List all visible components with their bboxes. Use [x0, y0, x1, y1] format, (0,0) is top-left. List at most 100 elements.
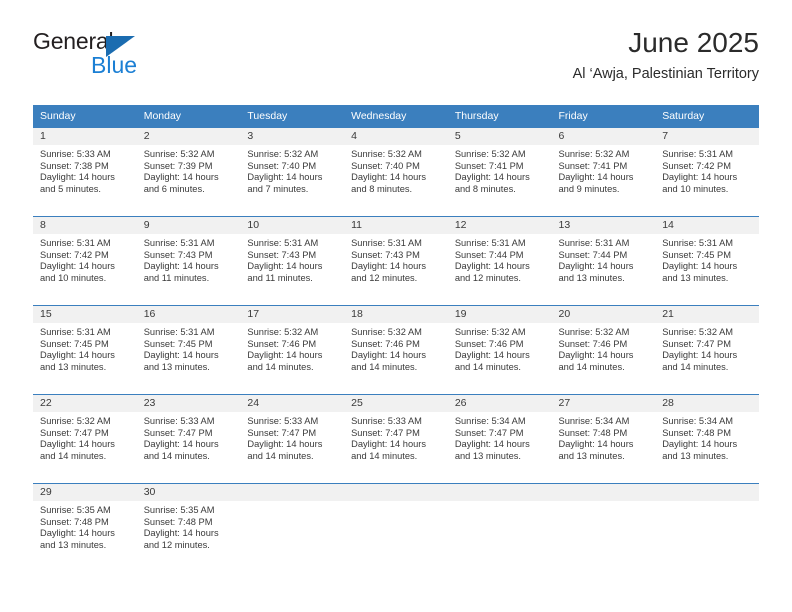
page-title: June 2025: [628, 27, 759, 58]
day-number: 8: [33, 217, 137, 234]
calendar-week-row: 22 Sunrise: 5:32 AM Sunset: 7:47 PM Dayligh…: [33, 394, 759, 484]
calendar-day-cell[interactable]: 26 Sunrise: 5:34 AM Sunset: 7:47 PM Dayligh…: [447, 394, 552, 484]
sunset-text: Sunset: 7:48 PM: [40, 516, 109, 527]
weekday-header-friday: Friday: [551, 105, 656, 128]
day-number: 28: [655, 395, 759, 412]
calendar-day-cell[interactable]: 25 Sunrise: 5:33 AM Sunset: 7:47 PM Dayligh…: [344, 394, 448, 484]
day-details: Sunrise: 5:32 AM Sunset: 7:39 PM Daylight:…: [137, 145, 241, 216]
day-details: [448, 501, 552, 572]
daylight-text: Daylight: 14 hours and 12 minutes.: [351, 261, 427, 283]
sunrise-text: Sunrise: 5:34 AM: [558, 416, 630, 426]
calendar-day-cell[interactable]: 1 Sunrise: 5:33 AM Sunset: 7:38 PM Daylight…: [33, 127, 137, 217]
day-details: Sunrise: 5:32 AM Sunset: 7:47 PM Daylight:…: [655, 323, 759, 394]
general-blue-logo[interactable]: General Blue: [33, 28, 213, 88]
daylight-text: Daylight: 14 hours and 13 minutes.: [558, 439, 634, 461]
sunrise-text: Sunrise: 5:34 AM: [454, 416, 526, 426]
calendar-day-cell[interactable]: 18 Sunrise: 5:32 AM Sunset: 7:46 PM Dayligh…: [344, 305, 448, 395]
day-number: 16: [136, 306, 241, 323]
daylight-text: Daylight: 14 hours and 14 minutes.: [558, 350, 634, 372]
sunset-text: Sunset: 7:44 PM: [558, 249, 628, 260]
calendar-cell-empty: [344, 483, 448, 572]
calendar-day-cell[interactable]: 30 Sunrise: 5:35 AM Sunset: 7:48 PM Dayligh…: [136, 483, 241, 572]
calendar-day-cell[interactable]: 11 Sunrise: 5:31 AM Sunset: 7:43 PM Dayligh…: [344, 216, 448, 306]
calendar-day-cell[interactable]: 16 Sunrise: 5:31 AM Sunset: 7:45 PM Dayligh…: [136, 305, 241, 395]
day-details: Sunrise: 5:32 AM Sunset: 7:46 PM Daylight:…: [240, 323, 344, 394]
daylight-text: Daylight: 14 hours and 10 minutes.: [662, 172, 738, 194]
calendar-day-cell[interactable]: 9 Sunrise: 5:31 AM Sunset: 7:43 PM Daylight…: [136, 216, 241, 306]
sunset-text: Sunset: 7:46 PM: [351, 338, 420, 349]
day-details: Sunrise: 5:33 AM Sunset: 7:38 PM Daylight:…: [33, 145, 137, 216]
calendar-day-cell[interactable]: 17 Sunrise: 5:32 AM Sunset: 7:46 PM Dayligh…: [240, 305, 345, 395]
page-header: General Blue June 2025 Al ‘Awja, Palesti…: [33, 28, 759, 94]
sunrise-text: Sunrise: 5:31 AM: [143, 238, 215, 248]
calendar-day-cell[interactable]: 13 Sunrise: 5:31 AM Sunset: 7:44 PM Dayligh…: [551, 216, 656, 306]
daylight-text: Daylight: 14 hours and 14 minutes.: [40, 439, 115, 461]
weekday-header-sunday: Sunday: [33, 105, 137, 128]
day-details: Sunrise: 5:31 AM Sunset: 7:45 PM Daylight:…: [655, 234, 759, 305]
day-details: Sunrise: 5:31 AM Sunset: 7:43 PM Daylight:…: [344, 234, 448, 305]
calendar-day-cell[interactable]: 21 Sunrise: 5:32 AM Sunset: 7:47 PM Dayligh…: [655, 305, 759, 395]
calendar-day-cell[interactable]: 10 Sunrise: 5:31 AM Sunset: 7:43 PM Dayligh…: [240, 216, 345, 306]
sunrise-text: Sunrise: 5:32 AM: [662, 327, 734, 337]
sunrise-text: Sunrise: 5:32 AM: [351, 327, 422, 337]
calendar-week-row: 15 Sunrise: 5:31 AM Sunset: 7:45 PM Dayligh…: [33, 305, 759, 395]
day-number: 15: [33, 306, 137, 323]
daylight-text: Daylight: 14 hours and 14 minutes.: [351, 350, 427, 372]
calendar-day-cell[interactable]: 14 Sunrise: 5:31 AM Sunset: 7:45 PM Dayligh…: [655, 216, 759, 306]
calendar-day-cell[interactable]: 28 Sunrise: 5:34 AM Sunset: 7:48 PM Dayligh…: [655, 394, 759, 484]
day-number: 29: [33, 484, 137, 501]
sunrise-text: Sunrise: 5:33 AM: [351, 416, 422, 426]
calendar-body: 1 Sunrise: 5:33 AM Sunset: 7:38 PM Daylight…: [33, 127, 759, 572]
daylight-text: Daylight: 14 hours and 12 minutes.: [454, 261, 530, 283]
sunset-text: Sunset: 7:47 PM: [662, 338, 731, 349]
sunset-text: Sunset: 7:44 PM: [454, 249, 524, 260]
day-number: 9: [136, 217, 241, 234]
calendar-day-cell[interactable]: 22 Sunrise: 5:32 AM Sunset: 7:47 PM Dayligh…: [33, 394, 137, 484]
calendar-day-cell[interactable]: 29 Sunrise: 5:35 AM Sunset: 7:48 PM Dayligh…: [33, 483, 137, 572]
day-number: 24: [240, 395, 345, 412]
day-details: Sunrise: 5:33 AM Sunset: 7:47 PM Daylight:…: [137, 412, 241, 483]
calendar-day-cell[interactable]: 20 Sunrise: 5:32 AM Sunset: 7:46 PM Dayligh…: [551, 305, 656, 395]
calendar-day-cell[interactable]: 4 Sunrise: 5:32 AM Sunset: 7:40 PM Daylight…: [344, 127, 448, 217]
calendar-day-cell[interactable]: 27 Sunrise: 5:34 AM Sunset: 7:48 PM Dayligh…: [551, 394, 656, 484]
day-number: 12: [447, 217, 552, 234]
calendar-day-cell[interactable]: 2 Sunrise: 5:32 AM Sunset: 7:39 PM Daylight…: [136, 127, 241, 217]
calendar-day-cell[interactable]: 24 Sunrise: 5:33 AM Sunset: 7:47 PM Dayligh…: [240, 394, 345, 484]
sunrise-text: Sunrise: 5:32 AM: [143, 149, 215, 159]
day-details: [552, 501, 656, 572]
day-number: 30: [136, 484, 241, 501]
sunrise-text: Sunrise: 5:31 AM: [40, 327, 111, 337]
day-number: 20: [551, 306, 656, 323]
calendar-cell-empty: [447, 483, 552, 572]
calendar-day-cell[interactable]: 6 Sunrise: 5:32 AM Sunset: 7:41 PM Daylight…: [551, 127, 656, 217]
calendar-day-cell[interactable]: 5 Sunrise: 5:32 AM Sunset: 7:41 PM Daylight…: [447, 127, 552, 217]
day-number: 14: [655, 217, 759, 234]
sunset-text: Sunset: 7:43 PM: [247, 249, 317, 260]
calendar-day-cell[interactable]: 12 Sunrise: 5:31 AM Sunset: 7:44 PM Dayligh…: [447, 216, 552, 306]
day-details: Sunrise: 5:31 AM Sunset: 7:43 PM Daylight:…: [137, 234, 241, 305]
calendar-day-cell[interactable]: 19 Sunrise: 5:32 AM Sunset: 7:46 PM Dayligh…: [447, 305, 552, 395]
calendar-page: General Blue June 2025 Al ‘Awja, Palesti…: [0, 0, 792, 612]
calendar-day-cell[interactable]: 8 Sunrise: 5:31 AM Sunset: 7:42 PM Daylight…: [33, 216, 137, 306]
sunset-text: Sunset: 7:48 PM: [662, 427, 731, 438]
day-number: [551, 484, 656, 501]
sunrise-text: Sunrise: 5:31 AM: [143, 327, 215, 337]
sunset-text: Sunset: 7:45 PM: [662, 249, 731, 260]
day-number: [344, 484, 448, 501]
logo-text-blue: Blue: [91, 52, 138, 78]
daylight-text: Daylight: 14 hours and 14 minutes.: [247, 439, 323, 461]
sunrise-text: Sunrise: 5:35 AM: [143, 505, 215, 515]
sunrise-text: Sunrise: 5:32 AM: [351, 149, 422, 159]
calendar-cell-empty: [551, 483, 656, 572]
sunrise-text: Sunrise: 5:34 AM: [662, 416, 734, 426]
calendar-day-cell[interactable]: 15 Sunrise: 5:31 AM Sunset: 7:45 PM Dayligh…: [33, 305, 137, 395]
day-details: Sunrise: 5:34 AM Sunset: 7:48 PM Daylight:…: [655, 412, 759, 483]
sunset-text: Sunset: 7:39 PM: [143, 160, 213, 171]
calendar-day-cell[interactable]: 7 Sunrise: 5:31 AM Sunset: 7:42 PM Daylight…: [655, 127, 759, 217]
day-details: Sunrise: 5:34 AM Sunset: 7:48 PM Daylight:…: [552, 412, 656, 483]
daylight-text: Daylight: 14 hours and 14 minutes.: [662, 350, 738, 372]
calendar-day-cell[interactable]: 3 Sunrise: 5:32 AM Sunset: 7:40 PM Daylight…: [240, 127, 345, 217]
day-details: [240, 501, 344, 572]
calendar-day-cell[interactable]: 23 Sunrise: 5:33 AM Sunset: 7:47 PM Dayligh…: [136, 394, 241, 484]
sunset-text: Sunset: 7:42 PM: [40, 249, 109, 260]
